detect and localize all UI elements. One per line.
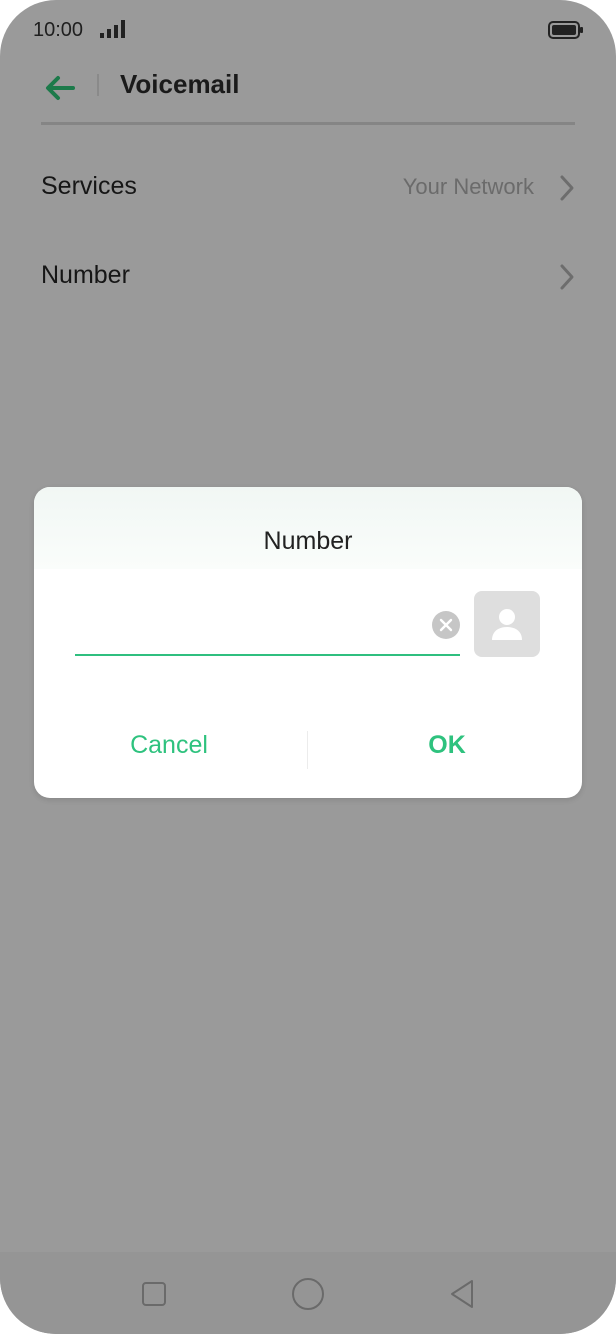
button-divider (307, 731, 308, 769)
ok-button[interactable]: OK (312, 715, 582, 775)
signal-icon (100, 20, 125, 38)
number-input[interactable] (75, 605, 455, 649)
settings-row-services[interactable]: Services Your Network (0, 148, 616, 228)
status-bar: 10:00 (0, 0, 616, 60)
square-icon (142, 1282, 166, 1306)
home-button[interactable] (286, 1272, 330, 1316)
back-nav-button[interactable] (440, 1272, 484, 1316)
circle-icon (292, 1278, 324, 1310)
row-label: Number (41, 261, 130, 289)
page-title: Voicemail (120, 69, 240, 99)
number-dialog: Number Cancel OK (34, 487, 582, 798)
phone-screen: 10:00 Voicemail Services Your Network Nu… (0, 0, 616, 1334)
navigation-bar (0, 1252, 616, 1334)
dialog-buttons: Cancel OK (34, 715, 582, 775)
clear-icon (439, 618, 453, 632)
chevron-right-icon (560, 175, 574, 201)
contact-icon (492, 609, 522, 640)
clear-button[interactable] (432, 611, 460, 639)
header-separator (41, 122, 575, 125)
battery-icon (548, 21, 583, 39)
recents-button[interactable] (132, 1272, 176, 1316)
triangle-back-icon (451, 1280, 473, 1308)
row-label: Services (41, 172, 137, 200)
arrow-left-icon (46, 76, 75, 100)
status-time: 10:00 (33, 19, 84, 41)
back-button[interactable] (40, 68, 80, 108)
app-header: Voicemail (0, 60, 616, 126)
input-underline (75, 654, 460, 656)
header-divider (97, 74, 99, 96)
dialog-title: Number (263, 527, 353, 555)
cancel-button[interactable]: Cancel (34, 715, 304, 775)
chevron-right-icon (560, 264, 574, 290)
contact-picker-button[interactable] (474, 591, 540, 657)
row-value: Your Network (402, 174, 534, 199)
settings-row-number[interactable]: Number (0, 237, 616, 317)
